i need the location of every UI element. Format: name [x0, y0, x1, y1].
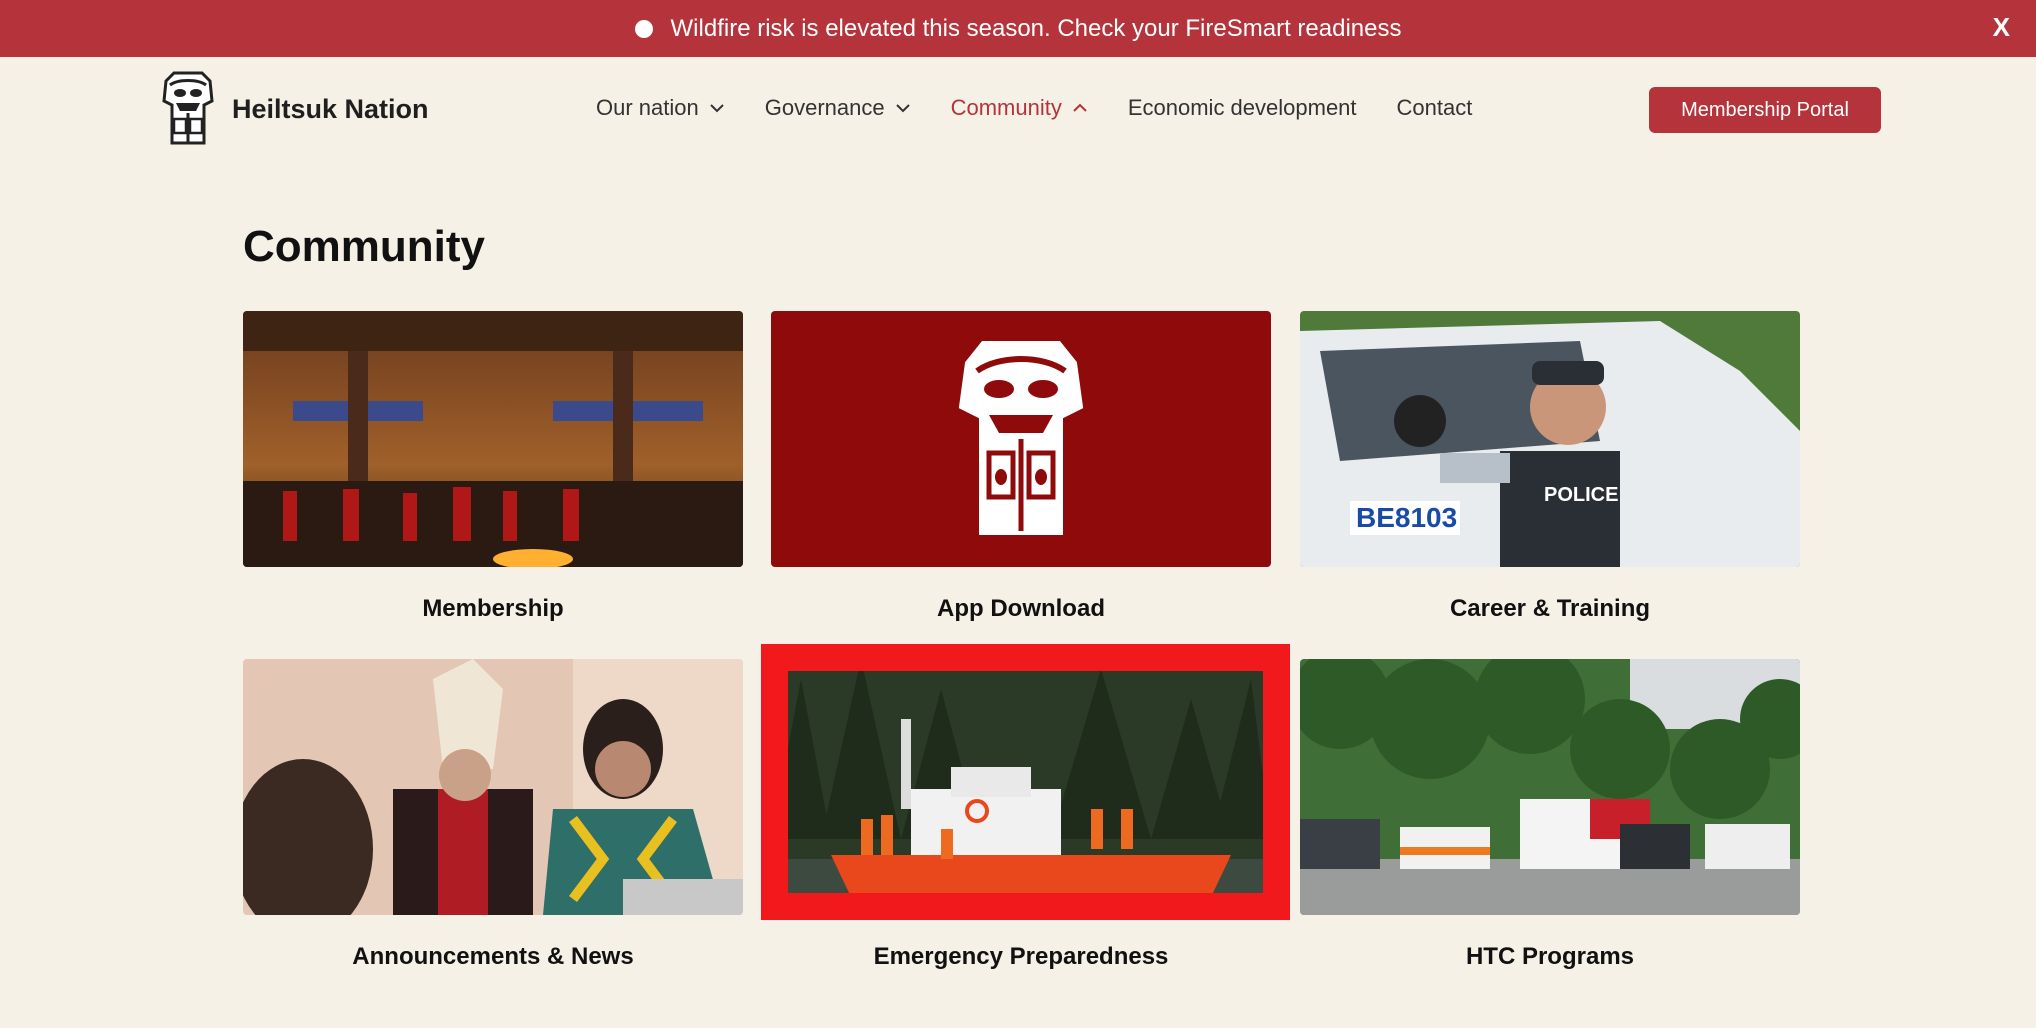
card-membership[interactable]: Membership [243, 311, 743, 623]
membership-portal-button[interactable]: Membership Portal [1649, 87, 1881, 133]
card-htc-programs[interactable]: HTC Programs [1300, 659, 1800, 971]
membership-photo [243, 311, 743, 567]
nav-item-our-nation[interactable]: Our nation [596, 95, 725, 121]
close-alert-button[interactable]: X [1993, 12, 2010, 43]
card-label: App Download [937, 595, 1105, 622]
alert-text[interactable]: Wildfire risk is elevated this season. C… [671, 15, 1402, 43]
alert-banner: Wildfire risk is elevated this season. C… [0, 0, 2036, 57]
nav-label: Economic development [1127, 95, 1357, 120]
card-label: Emergency Preparedness [873, 943, 1169, 970]
site-header: Heiltsuk Nation Our nation Governance Co… [0, 57, 2036, 163]
nav-item-community[interactable]: Community [951, 95, 1088, 121]
card-career-training[interactable]: BE8103 POLICE Career & Training [1300, 311, 1800, 623]
card-label: Membership [422, 595, 564, 622]
page-title: Community [243, 222, 485, 271]
nav-item-contact[interactable]: Contact [1397, 95, 1473, 121]
nav-label: Contact [1396, 95, 1473, 120]
career-training-photo: BE8103 POLICE [1300, 311, 1800, 567]
htc-programs-photo [1300, 659, 1800, 915]
card-label: Announcements & News [352, 943, 634, 970]
org-name: Heiltsuk Nation [232, 93, 429, 124]
card-label: Career & Training [1449, 595, 1651, 622]
alert-dot-icon [634, 19, 653, 38]
svg-text:POLICE: POLICE [1544, 484, 1618, 506]
heiltsuk-crest-icon [958, 341, 1084, 535]
nav-label: Our nation [596, 95, 699, 120]
card-label: HTC Programs [1465, 943, 1635, 970]
app-download-image [771, 311, 1271, 567]
svg-text:BE8103: BE8103 [1356, 502, 1457, 533]
nav-label: Community [950, 95, 1062, 120]
home-logo-link[interactable]: Heiltsuk Nation [160, 71, 429, 147]
heiltsuk-logo-icon [162, 71, 214, 145]
main-nav: Our nation Governance Community Economic… [596, 95, 1512, 121]
nav-item-economic-development[interactable]: Economic development [1128, 95, 1357, 121]
chevron-up-icon [1073, 103, 1087, 112]
card-emergency-preparedness[interactable]: Emergency Preparedness [771, 659, 1271, 971]
nav-label: Governance [764, 95, 885, 120]
chevron-down-icon [710, 104, 724, 113]
card-announcements-news[interactable]: Announcements & News [243, 659, 743, 971]
announcements-photo [243, 659, 743, 915]
card-app-download[interactable]: App Download [771, 311, 1271, 623]
nav-item-governance[interactable]: Governance [765, 95, 911, 121]
emergency-photo [771, 659, 1271, 915]
chevron-down-icon [895, 104, 910, 113]
